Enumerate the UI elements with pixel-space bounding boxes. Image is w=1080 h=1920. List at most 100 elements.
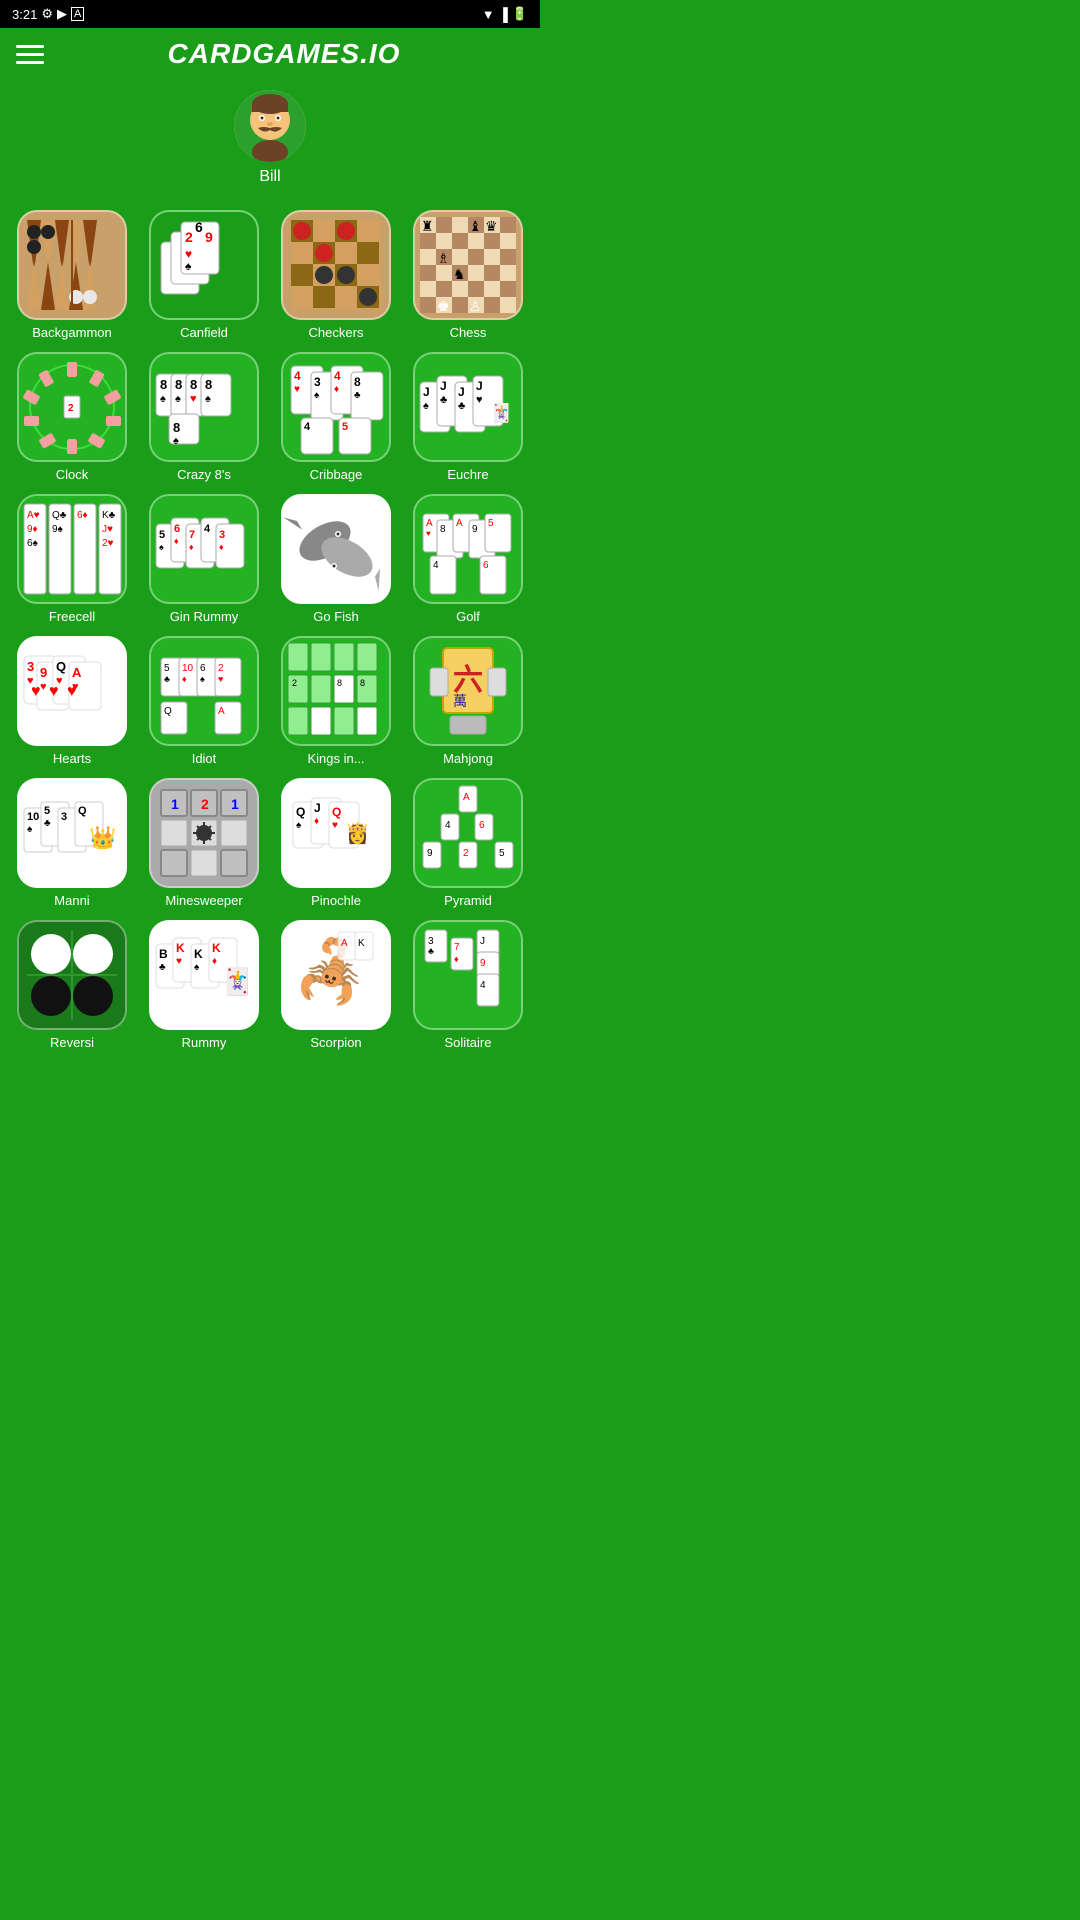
svg-text:5: 5	[342, 421, 348, 433]
game-canfield[interactable]: 2 ♥ 6 ♠ 9 Canfield	[144, 210, 264, 340]
svg-text:♦: ♦	[174, 536, 179, 546]
svg-text:♛: ♛	[485, 218, 498, 234]
svg-text:♠: ♠	[185, 259, 192, 273]
golf-icon: A ♥ 8 A 9 5 4 6	[413, 494, 523, 604]
crazy8s-icon: 8 ♠ 8 ♠ 8 ♥ 8 ♠ 8 ♠	[149, 352, 259, 462]
svg-text:9: 9	[427, 848, 433, 859]
svg-text:♦: ♦	[182, 674, 187, 684]
svg-text:♝: ♝	[469, 218, 482, 234]
game-ginrummy[interactable]: 5 ♠ 6 ♦ 7 ♦ 4 3 ♦ Gin Rummy	[144, 494, 264, 624]
rummy-icon: B K K K ♣ ♥ ♠ ♦ 🃏	[149, 920, 259, 1030]
svg-text:Q: Q	[296, 805, 305, 819]
game-mahjong[interactable]: 六 萬 Mahjong	[408, 636, 528, 766]
svg-text:👸: 👸	[345, 821, 370, 845]
svg-text:♥: ♥	[176, 956, 182, 967]
svg-text:♥: ♥	[40, 681, 47, 693]
game-reversi[interactable]: Reversi	[12, 920, 132, 1050]
svg-text:J: J	[440, 379, 447, 393]
clock-label: Clock	[56, 467, 89, 482]
svg-text:♣: ♣	[354, 390, 361, 401]
svg-text:♥: ♥	[476, 394, 483, 406]
game-pinochle[interactable]: Q ♠ J ♦ Q ♥ 👸 Pinochle	[276, 778, 396, 908]
game-manni[interactable]: 10 ♠ 5 ♣ 3 Q 👑 Manni	[12, 778, 132, 908]
svg-text:♦: ♦	[189, 542, 194, 552]
svg-text:2: 2	[218, 663, 224, 674]
svg-text:8: 8	[205, 377, 212, 392]
game-clock[interactable]: 2 Clock	[12, 352, 132, 482]
svg-text:J: J	[476, 379, 483, 393]
svg-text:♥: ♥	[332, 820, 338, 831]
game-idiot[interactable]: 5 10 6 2 ♣ ♦ ♠ ♥ Q A Idiot	[144, 636, 264, 766]
svg-text:10: 10	[27, 811, 39, 823]
svg-text:♦: ♦	[334, 384, 339, 395]
kingsin-label: Kings in...	[307, 751, 364, 766]
status-right: ▼ ▐ 🔋	[482, 6, 528, 22]
svg-text:8: 8	[160, 377, 167, 392]
svg-text:J: J	[314, 801, 321, 815]
svg-text:♥: ♥	[49, 683, 59, 700]
wifi-icon: ▼	[482, 7, 495, 22]
menu-button[interactable]	[16, 45, 44, 64]
backgammon-icon	[17, 210, 127, 320]
svg-text:♣: ♣	[164, 674, 170, 684]
svg-text:♥: ♥	[294, 384, 300, 395]
game-kingsin[interactable]: 2 8 8 Kings in...	[276, 636, 396, 766]
time: 3:21	[12, 7, 37, 22]
svg-text:♥: ♥	[190, 393, 197, 405]
svg-text:1: 1	[171, 796, 179, 812]
svg-text:K: K	[194, 947, 203, 961]
pinochle-icon: Q ♠ J ♦ Q ♥ 👸	[281, 778, 391, 888]
clock-icon: 2	[17, 352, 127, 462]
svg-text:A: A	[456, 518, 463, 529]
freecell-icon: A♥ 9♦ 6♠ Q♣ 9♠ 6♦ K♣ J♥ 2♥	[17, 494, 127, 604]
svg-text:4: 4	[334, 369, 341, 383]
hearts-icon: 3 ♥ 9 ♥ Q ♥ A ♥ ♥ ♥ ♥	[17, 636, 127, 746]
svg-text:8: 8	[440, 524, 446, 535]
game-chess[interactable]: ♜ ♝ ♛ ♗ ♞ ♚ ♙ Chess	[408, 210, 528, 340]
game-hearts[interactable]: 3 ♥ 9 ♥ Q ♥ A ♥ ♥ ♥ ♥ Hearts	[12, 636, 132, 766]
svg-text:9: 9	[205, 229, 213, 245]
game-checkers[interactable]: Checkers	[276, 210, 396, 340]
svg-text:5: 5	[44, 805, 50, 817]
svg-text:J: J	[458, 385, 465, 399]
svg-text:J: J	[480, 936, 485, 947]
minesweeper-label: Minesweeper	[165, 893, 242, 908]
svg-text:2: 2	[201, 796, 209, 812]
game-crazy8s[interactable]: 8 ♠ 8 ♠ 8 ♥ 8 ♠ 8 ♠ Crazy 8's	[144, 352, 264, 482]
svg-text:8: 8	[175, 377, 182, 392]
game-freecell[interactable]: A♥ 9♦ 6♠ Q♣ 9♠ 6♦ K♣ J♥ 2♥ Freecell	[12, 494, 132, 624]
svg-text:A: A	[463, 792, 470, 803]
hamburger-line-1	[16, 45, 44, 48]
ginrummy-icon: 5 ♠ 6 ♦ 7 ♦ 4 3 ♦	[149, 494, 259, 604]
checkers-icon	[281, 210, 391, 320]
hamburger-line-3	[16, 61, 44, 64]
svg-text:5: 5	[488, 518, 494, 529]
game-golf[interactable]: A ♥ 8 A 9 5 4 6 Golf	[408, 494, 528, 624]
crazy8s-label: Crazy 8's	[177, 467, 231, 482]
game-pyramid[interactable]: A 4 6 9 2 5 Pyramid	[408, 778, 528, 908]
svg-text:6♦: 6♦	[77, 510, 88, 521]
game-euchre[interactable]: J ♠ J ♣ J ♣ J ♥ 🃏 Euchre	[408, 352, 528, 482]
freecell-label: Freecell	[49, 609, 95, 624]
game-backgammon[interactable]: Backgammon	[12, 210, 132, 340]
svg-text:♠: ♠	[160, 393, 166, 405]
svg-text:♣: ♣	[428, 946, 434, 956]
game-solitaire[interactable]: 3 ♣ 7 ♦ J 9 4 Solitaire	[408, 920, 528, 1050]
svg-text:♥: ♥	[218, 674, 223, 684]
svg-text:6: 6	[200, 663, 206, 674]
svg-text:6♠: 6♠	[27, 538, 39, 549]
game-scorpion[interactable]: 🦂 A K Scorpion	[276, 920, 396, 1050]
svg-text:A: A	[426, 518, 433, 529]
game-minesweeper[interactable]: 1 2 1 Minesweeper	[144, 778, 264, 908]
svg-text:5: 5	[499, 848, 505, 859]
scorpion-label: Scorpion	[310, 1035, 361, 1050]
svg-text:2: 2	[463, 848, 469, 859]
game-rummy[interactable]: B K K K ♣ ♥ ♠ ♦ 🃏 Rummy	[144, 920, 264, 1050]
mahjong-label: Mahjong	[443, 751, 493, 766]
game-gofish[interactable]: Go Fish	[276, 494, 396, 624]
euchre-label: Euchre	[447, 467, 488, 482]
game-cribbage[interactable]: 4 ♥ 3 ♠ 4 ♦ 8 ♣ 4 5 Cribbage	[276, 352, 396, 482]
svg-text:♥: ♥	[67, 683, 77, 700]
svg-text:♠: ♠	[296, 820, 302, 831]
svg-text:♠: ♠	[423, 400, 429, 412]
